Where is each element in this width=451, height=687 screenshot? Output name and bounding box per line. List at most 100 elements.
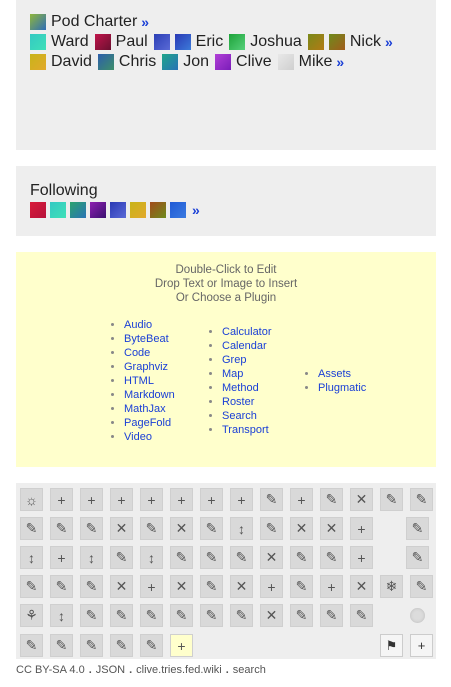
site-flag-icon[interactable] [307,34,324,50]
journal-action-icon[interactable]: ✎ [406,517,429,540]
roster-site-name[interactable]: Mike [299,52,333,72]
followed-site-flag-icon[interactable] [50,202,66,218]
site-flag-icon[interactable] [162,54,179,70]
journal-action-icon[interactable]: ✎ [200,546,223,569]
journal-action-icon[interactable] [406,604,429,627]
journal-action-icon[interactable]: ✕ [260,546,283,569]
journal-action-icon[interactable]: ✎ [170,546,193,569]
plugin-link-map[interactable]: Map [222,368,243,380]
journal-action-icon[interactable]: + [350,546,373,569]
journal-action-icon[interactable]: ✎ [110,604,133,627]
plugin-link-mathjax[interactable]: MathJax [124,403,166,415]
journal-action-icon[interactable]: ✎ [20,575,43,598]
site-flag-icon[interactable] [229,34,246,50]
journal-action-icon[interactable]: ✎ [110,634,133,657]
journal-action-icon[interactable]: ↕ [20,546,43,569]
journal-action-icon[interactable]: + [200,488,223,511]
journal-action-icon[interactable]: ✎ [110,546,133,569]
journal-action-icon[interactable]: ✕ [320,517,343,540]
plugin-link-audio[interactable]: Audio [124,319,152,331]
plugin-link-method[interactable]: Method [222,382,259,394]
journal-action-icon[interactable]: ☼ [20,488,43,511]
plugin-link-roster[interactable]: Roster [222,396,254,408]
site-flag-icon[interactable] [94,34,111,50]
journal-action-icon[interactable]: ✎ [230,546,253,569]
plugin-link-plugmatic[interactable]: Plugmatic [318,382,366,394]
journal-action-icon[interactable]: ✕ [230,575,253,598]
plugin-link-markdown[interactable]: Markdown [124,389,175,401]
journal-action-icon[interactable]: + [80,488,103,511]
roster-site-name[interactable]: Paul [116,32,148,52]
journal-action-icon[interactable]: ✎ [290,575,313,598]
plugin-link-search[interactable]: Search [222,410,257,422]
journal-action-icon[interactable]: ✎ [380,488,403,511]
journal-action-icon[interactable]: ✎ [200,517,223,540]
journal-action-icon[interactable]: ✎ [20,634,43,657]
roster-more-link[interactable]: » [141,12,149,32]
journal-action-icon[interactable]: ✕ [110,575,133,598]
journal-action-icon[interactable]: + [320,575,343,598]
plugin-link-code[interactable]: Code [124,347,150,359]
journal-action-icon[interactable]: ✎ [320,604,343,627]
site-flag-icon[interactable] [30,54,46,70]
journal-action-icon[interactable]: ✎ [260,517,283,540]
flag-button[interactable]: ⚑ [380,634,403,657]
journal-action-icon[interactable]: + [110,488,133,511]
journal-action-icon[interactable]: ✎ [410,488,433,511]
journal-action-icon[interactable]: ✎ [80,575,103,598]
roster-site-name[interactable]: Chris [119,52,156,72]
journal-action-icon[interactable]: ✎ [320,546,343,569]
journal-action-icon[interactable]: ✎ [20,517,43,540]
plugin-link-graphviz[interactable]: Graphviz [124,361,168,373]
journal-action-icon[interactable]: ✎ [260,488,283,511]
site-flag-icon[interactable] [97,54,114,70]
journal-action-icon[interactable]: ↕ [50,604,73,627]
following-more-link[interactable]: » [192,202,200,218]
add-factory-button[interactable]: + [410,634,433,657]
journal-action-icon[interactable]: ✎ [80,634,103,657]
journal-action-icon[interactable]: ✎ [290,546,313,569]
journal-action-icon[interactable]: + [50,488,73,511]
footer-link[interactable]: search [233,664,266,676]
journal-action-icon[interactable]: + [140,488,163,511]
factory-panel[interactable]: Double-Click to Edit Drop Text or Image … [16,252,436,467]
journal-action-icon[interactable]: + [230,488,253,511]
followed-site-flag-icon[interactable] [170,202,186,218]
journal-action-icon[interactable]: ✕ [110,517,133,540]
site-flag-icon[interactable] [215,54,232,70]
plugin-link-calendar[interactable]: Calendar [222,340,267,352]
roster-site-name[interactable]: Ward [51,32,89,52]
site-flag-icon[interactable] [328,34,345,50]
plugin-link-bytebeat[interactable]: ByteBeat [124,333,169,345]
plugin-link-video[interactable]: Video [124,431,152,443]
journal-action-icon[interactable]: ↕ [230,517,253,540]
journal-action-icon[interactable]: + [260,575,283,598]
journal-action-icon[interactable]: ✕ [350,488,373,511]
journal-action-icon[interactable]: + [170,488,193,511]
roster-site-name[interactable]: Nick [350,32,381,52]
journal-action-icon[interactable]: ✎ [410,575,433,598]
plugin-link-transport[interactable]: Transport [222,424,269,436]
roster-site-name[interactable]: Pod Charter [51,12,137,32]
plugin-link-assets[interactable]: Assets [318,368,351,380]
journal-action-icon[interactable]: ✕ [350,575,373,598]
journal-action-icon[interactable]: ✎ [406,546,429,569]
site-flag-icon[interactable] [30,34,46,50]
journal-action-icon[interactable]: ❄ [380,575,403,598]
journal-action-icon[interactable]: ↕ [140,546,163,569]
journal-action-icon[interactable]: ✎ [140,634,163,657]
journal-action-icon[interactable]: ✎ [140,517,163,540]
roster-site-name[interactable]: Eric [196,32,224,52]
journal-action-icon[interactable]: ✕ [170,575,193,598]
site-flag-icon[interactable] [277,54,294,70]
journal-action-icon[interactable]: ✎ [50,575,73,598]
journal-action-icon[interactable]: ✎ [230,604,253,627]
journal-action-icon[interactable]: ✎ [50,634,73,657]
followed-site-flag-icon[interactable] [110,202,126,218]
journal-action-icon[interactable]: + [290,488,313,511]
journal-action-icon[interactable]: + [170,634,193,657]
site-flag-icon[interactable] [174,34,191,50]
roster-site-name[interactable]: Clive [236,52,272,72]
journal-action-icon[interactable]: ✎ [50,517,73,540]
roster-site-name[interactable]: David [51,52,92,72]
